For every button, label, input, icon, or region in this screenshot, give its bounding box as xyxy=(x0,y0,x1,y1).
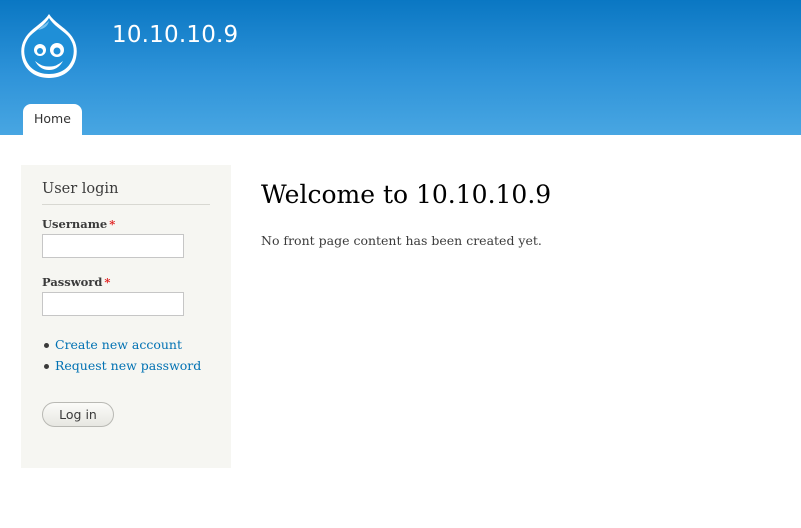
block-title: User login xyxy=(42,181,119,197)
password-label-text: Password xyxy=(42,275,103,289)
create-account-link[interactable]: Create new account xyxy=(55,337,182,352)
divider xyxy=(42,204,210,205)
password-input[interactable] xyxy=(42,292,184,316)
bullet-icon xyxy=(44,343,49,348)
user-login-block: User login Username * Password * Create ne… xyxy=(21,165,231,468)
page-title: Welcome to 10.10.10.9 xyxy=(261,180,552,209)
request-password-link[interactable]: Request new password xyxy=(55,358,201,373)
list-item: Create new account xyxy=(42,336,201,357)
drupal-logo-icon[interactable] xyxy=(18,12,80,80)
main-menu: Home xyxy=(23,104,82,135)
login-links-list: Create new account Request new password xyxy=(42,336,201,378)
username-input[interactable] xyxy=(42,234,184,258)
front-page-message: No front page content has been created y… xyxy=(261,233,542,248)
login-button[interactable]: Log in xyxy=(42,402,114,427)
tab-home[interactable]: Home xyxy=(23,104,82,135)
required-marker: * xyxy=(104,275,111,289)
bullet-icon xyxy=(44,364,49,369)
site-header: 10.10.10.9 Home xyxy=(0,0,801,135)
password-label: Password * xyxy=(42,275,110,289)
list-item: Request new password xyxy=(42,357,201,378)
required-marker: * xyxy=(109,217,116,231)
username-label: Username * xyxy=(42,217,115,231)
username-label-text: Username xyxy=(42,217,108,231)
site-name[interactable]: 10.10.10.9 xyxy=(112,22,238,48)
